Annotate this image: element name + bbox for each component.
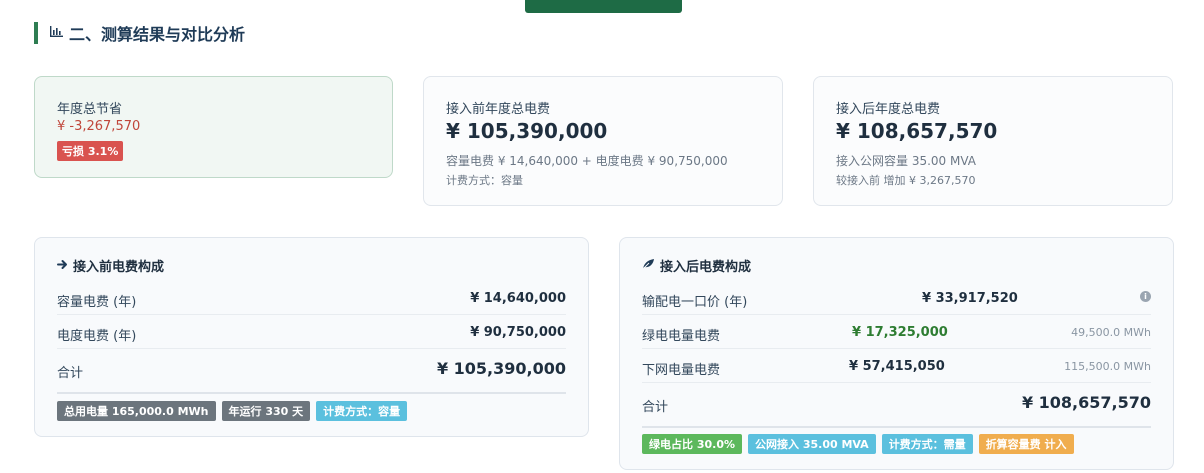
before-breakdown-title-text: 接入前电费构成 (73, 260, 165, 275)
saving-amount: ¥ -3,267,570 (57, 119, 141, 134)
tag-billing-method: 计费方式：容量 (316, 401, 408, 421)
before-breakdown-panel: 接入前电费构成 容量电费 (年) ¥ 14,640,000 电度电费 (年) ¥… (34, 237, 589, 437)
after-row-total: 合计 ¥ 108,657,570 (642, 383, 1151, 428)
row-label: 下网电量电费 (642, 363, 721, 378)
after-row-grid: 下网电量电费 ¥ 57,415,050 115,500.0 MWh (642, 349, 1151, 383)
before-row-total: 合计 ¥ 105,390,000 (57, 349, 566, 394)
total-value: ¥ 105,390,000 (436, 359, 566, 378)
after-compare: 较接入前 增加 ¥ 3,267,570 (836, 174, 976, 187)
loss-badge: 亏损 3.1% (57, 141, 124, 161)
tag-capacity-fee: 折算容量费 计入 (978, 434, 1074, 454)
before-row-energy: 电度电费 (年) ¥ 90,750,000 (57, 315, 566, 349)
before-row-capacity: 容量电费 (年) ¥ 14,640,000 (57, 281, 566, 315)
tag-billing-method: 计费方式：需量 (881, 434, 973, 454)
before-total-label: 接入前年度总电费 (446, 102, 551, 117)
top-action-button[interactable] (525, 0, 682, 13)
annual-saving-card: 年度总节省 ¥ -3,267,570 亏损 3.1% (34, 76, 393, 178)
after-total-detail: 接入公网容量 35.00 MVA (836, 154, 976, 168)
leaf-icon (642, 258, 655, 273)
after-total-card: 接入后年度总电费 ¥ 108,657,570 接入公网容量 35.00 MVA … (813, 76, 1173, 206)
after-breakdown-panel: 接入后电费构成 输配电一口价 (年) ¥ 33,917,520 i 绿电电量电费… (619, 237, 1174, 470)
total-label: 合计 (57, 366, 84, 381)
saving-label: 年度总节省 (57, 102, 123, 117)
after-breakdown-title: 接入后电费构成 (642, 256, 751, 275)
row-value: ¥ 17,325,000 (852, 325, 948, 340)
row-value: ¥ 57,415,050 (849, 359, 945, 374)
total-label: 合计 (642, 400, 669, 415)
row-value: ¥ 90,750,000 (470, 325, 566, 340)
after-row-transmission: 输配电一口价 (年) ¥ 33,917,520 i (642, 281, 1151, 315)
after-total-label: 接入后年度总电费 (836, 102, 941, 117)
info-icon[interactable]: i (1140, 291, 1151, 302)
before-billing-method: 计费方式：容量 (446, 174, 523, 187)
after-row-green: 绿电电量电费 ¥ 17,325,000 49,500.0 MWh (642, 315, 1151, 349)
tag-grid-access: 公网接入 35.00 MVA (748, 434, 876, 454)
tag-green-ratio: 绿电占比 30.0% (642, 434, 742, 454)
row-label: 输配电一口价 (年) (642, 295, 748, 310)
before-tags: 总用电量 165,000.0 MWh 年运行 330 天 计费方式：容量 (57, 401, 408, 421)
arrow-right-icon (57, 259, 68, 273)
after-total-amount: ¥ 108,657,570 (836, 119, 998, 143)
before-breakdown-title: 接入前电费构成 (57, 256, 164, 275)
row-label: 绿电电量电费 (642, 329, 721, 344)
row-value: ¥ 14,640,000 (470, 291, 566, 306)
before-total-detail: 容量电费 ¥ 14,640,000 + 电度电费 ¥ 90,750,000 (446, 154, 728, 168)
row-value: ¥ 33,917,520 (922, 291, 1018, 306)
after-breakdown-title-text: 接入后电费构成 (660, 260, 752, 275)
after-tags: 绿电占比 30.0% 公网接入 35.00 MVA 计费方式：需量 折算容量费 … (642, 434, 1074, 454)
before-total-amount: ¥ 105,390,000 (446, 119, 608, 143)
tag-total-energy: 总用电量 165,000.0 MWh (57, 401, 216, 421)
before-total-card: 接入前年度总电费 ¥ 105,390,000 容量电费 ¥ 14,640,000… (423, 76, 783, 206)
row-label: 电度电费 (年) (57, 329, 137, 344)
tag-run-days: 年运行 330 天 (221, 401, 311, 421)
section-title: 二、测算结果与对比分析 (34, 22, 245, 44)
bar-chart-icon (49, 25, 64, 42)
row-label: 容量电费 (年) (57, 295, 137, 310)
row-unit: 115,500.0 MWh (1064, 360, 1151, 373)
section-title-text: 二、测算结果与对比分析 (69, 25, 246, 44)
row-unit: 49,500.0 MWh (1071, 326, 1151, 339)
total-value: ¥ 108,657,570 (1021, 393, 1151, 412)
